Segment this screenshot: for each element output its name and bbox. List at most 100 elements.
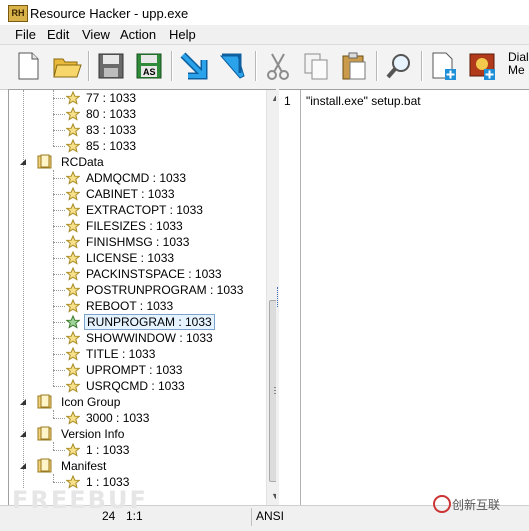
menu-help[interactable]: Help bbox=[167, 27, 198, 42]
cut-icon[interactable] bbox=[262, 50, 294, 82]
open-folder-icon[interactable] bbox=[51, 50, 83, 82]
tree-item-label: PACKINSTSPACE : 1033 bbox=[86, 267, 222, 281]
save-as-icon[interactable]: AS bbox=[133, 50, 165, 82]
script-editor[interactable]: 1 "install.exe" setup.bat bbox=[279, 89, 529, 506]
star-icon bbox=[66, 299, 80, 313]
star-icon bbox=[66, 347, 80, 361]
star-icon bbox=[66, 219, 80, 233]
tree-folder-rcdata[interactable]: RCData bbox=[9, 154, 264, 170]
star-icon bbox=[66, 91, 80, 105]
folder-icon bbox=[37, 394, 52, 409]
tree-item[interactable]: TITLE : 1033 bbox=[9, 346, 264, 362]
tree-item[interactable]: POSTRUNPROGRAM : 1033 bbox=[9, 282, 264, 298]
tree-folder-manifest[interactable]: Manifest bbox=[9, 458, 264, 474]
tree-item[interactable]: EXTRACTOPT : 1033 bbox=[9, 202, 264, 218]
code-line[interactable]: "install.exe" setup.bat bbox=[306, 94, 421, 108]
watermark-logo-icon bbox=[433, 495, 451, 513]
folder-icon bbox=[37, 458, 52, 473]
copy-icon[interactable] bbox=[300, 50, 332, 82]
tree-item-label: 3000 : 1033 bbox=[86, 411, 150, 425]
tree-item-label: 85 : 1033 bbox=[86, 139, 137, 153]
add-resource-icon[interactable] bbox=[428, 50, 460, 82]
collapse-arrow-icon[interactable] bbox=[19, 398, 27, 406]
tree-item[interactable]: REBOOT : 1033 bbox=[9, 298, 264, 314]
tree-item-label: ADMQCMD : 1033 bbox=[86, 171, 187, 185]
folder-icon bbox=[37, 154, 52, 169]
paste-icon[interactable] bbox=[338, 50, 370, 82]
tree-item[interactable]: LICENSE : 1033 bbox=[9, 250, 264, 266]
tree-item-label: USRQCMD : 1033 bbox=[86, 379, 185, 393]
tree-item[interactable]: UPROMPT : 1033 bbox=[9, 362, 264, 378]
tree-item-label: LICENSE : 1033 bbox=[86, 251, 175, 265]
new-file-icon[interactable] bbox=[12, 50, 44, 82]
star-icon bbox=[66, 139, 80, 153]
window-title: Resource Hacker - upp.exe bbox=[30, 6, 189, 21]
tree-item[interactable]: 83 : 1033 bbox=[9, 122, 264, 138]
toolbar: AS Dialo Me bbox=[0, 45, 529, 90]
line-number: 1 bbox=[284, 94, 291, 108]
dialog-label-line2: Me bbox=[508, 63, 525, 77]
menu-view[interactable]: View bbox=[80, 27, 112, 42]
tree-item[interactable]: PACKINSTSPACE : 1033 bbox=[9, 266, 264, 282]
save-icon[interactable] bbox=[95, 50, 127, 82]
tree-item[interactable]: 77 : 1033 bbox=[9, 90, 264, 106]
star-icon bbox=[66, 363, 80, 377]
collapse-arrow-icon[interactable] bbox=[19, 430, 27, 438]
tree-item-label: SHOWWINDOW : 1033 bbox=[86, 331, 213, 345]
tree-item[interactable]: 1 : 1033 bbox=[9, 442, 264, 458]
watermark-left: FREEBUF bbox=[12, 486, 148, 514]
add-image-icon[interactable] bbox=[467, 50, 499, 82]
collapse-arrow-icon[interactable] bbox=[19, 158, 27, 166]
star-icon bbox=[66, 283, 80, 297]
star-icon bbox=[66, 379, 80, 393]
tree-item[interactable]: CABINET : 1033 bbox=[9, 186, 264, 202]
tree-folder-label: Manifest bbox=[61, 459, 107, 473]
tree-item-label: FILESIZES : 1033 bbox=[86, 219, 183, 233]
tree-item[interactable]: 85 : 1033 bbox=[9, 138, 264, 154]
tree-item-label: REBOOT : 1033 bbox=[86, 299, 174, 313]
toolbar-separator bbox=[421, 51, 423, 81]
collapse-arrow-icon[interactable] bbox=[19, 462, 27, 470]
tree-item[interactable]: SHOWWINDOW : 1033 bbox=[9, 330, 264, 346]
star-icon bbox=[66, 171, 80, 185]
dialog-menu-label[interactable]: Dialo Me bbox=[508, 51, 529, 77]
tree-item-label: CABINET : 1033 bbox=[86, 187, 175, 201]
folder-icon bbox=[37, 426, 52, 441]
menu-action[interactable]: Action bbox=[118, 27, 158, 42]
tree-folder-icon-group[interactable]: Icon Group bbox=[9, 394, 264, 410]
toolbar-separator bbox=[171, 51, 173, 81]
app-logo-icon: RH bbox=[8, 5, 28, 22]
save-as-label: AS bbox=[143, 67, 156, 77]
find-icon[interactable] bbox=[383, 50, 415, 82]
resource-tree[interactable]: 77 : 1033 80 : 1033 83 : 1033 85 : 1033 … bbox=[8, 89, 278, 507]
menu-edit[interactable]: Edit bbox=[45, 27, 71, 42]
watermark-right: 创新互联 bbox=[452, 498, 501, 512]
tree-folder-label: RCData bbox=[61, 155, 104, 169]
title-bar: RH Resource Hacker - upp.exe bbox=[0, 0, 529, 26]
tree-item[interactable]: FINISHMSG : 1033 bbox=[9, 234, 264, 250]
goto-icon[interactable] bbox=[216, 50, 248, 82]
tree-item[interactable]: 80 : 1033 bbox=[9, 106, 264, 122]
star-icon bbox=[66, 267, 80, 281]
tree-item[interactable]: USRQCMD : 1033 bbox=[9, 378, 264, 394]
tree-item-label: EXTRACTOPT : 1033 bbox=[86, 203, 203, 217]
status-encoding: ANSI bbox=[256, 509, 285, 523]
star-icon bbox=[66, 443, 80, 457]
tree-item-label: 80 : 1033 bbox=[86, 107, 137, 121]
tree-item-label: 77 : 1033 bbox=[86, 91, 137, 105]
tree-item-selected[interactable]: RUNPROGRAM : 1033 bbox=[9, 314, 264, 330]
tree-item[interactable]: FILESIZES : 1033 bbox=[9, 218, 264, 234]
tree-item[interactable]: ADMQCMD : 1033 bbox=[9, 170, 264, 186]
tree-item-label: FINISHMSG : 1033 bbox=[86, 235, 190, 249]
tree-folder-label: Icon Group bbox=[61, 395, 121, 409]
compile-icon[interactable] bbox=[178, 50, 210, 82]
menu-file[interactable]: File bbox=[13, 27, 38, 42]
tree-item[interactable]: 3000 : 1033 bbox=[9, 410, 264, 426]
tree-item-label: 83 : 1033 bbox=[86, 123, 137, 137]
tree-folder-version-info[interactable]: Version Info bbox=[9, 426, 264, 442]
tree-item-label: 1 : 1033 bbox=[86, 443, 130, 457]
tree-folder-label: Version Info bbox=[61, 427, 125, 441]
star-icon bbox=[66, 315, 80, 329]
star-icon bbox=[66, 411, 80, 425]
star-icon bbox=[66, 203, 80, 217]
